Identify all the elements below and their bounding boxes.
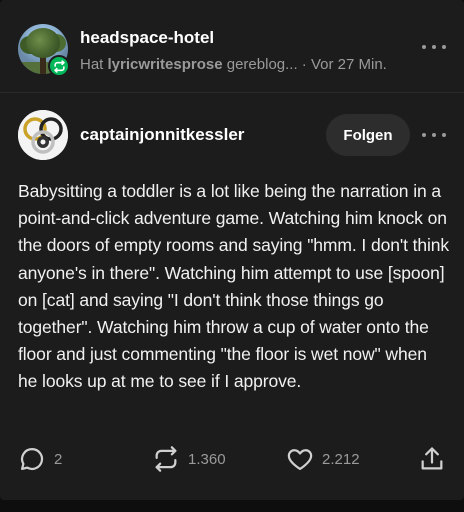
- divider: [0, 92, 464, 93]
- like-button[interactable]: 2.212: [286, 443, 360, 475]
- reblogger-avatar[interactable]: [18, 24, 70, 77]
- comment-count: 2: [54, 450, 63, 468]
- share-button[interactable]: [418, 443, 446, 475]
- heart-icon: [287, 449, 313, 471]
- comment-icon: [20, 447, 44, 471]
- reblog-meta-prefix: Hat: [80, 56, 104, 73]
- reblog-icon: [155, 446, 177, 472]
- more-dots-icon[interactable]: [422, 40, 446, 54]
- post-body-text: Babysitting a toddler is a lot like bein…: [18, 181, 450, 392]
- author-avatar[interactable]: [18, 110, 68, 160]
- reblogger-name[interactable]: headspace-hotel: [80, 28, 214, 48]
- rings-avatar-image: [18, 110, 68, 160]
- post-author-name[interactable]: captainjonnitkessler: [80, 125, 244, 145]
- reblog-header: headspace-hotel Hat lyricwritesprose ger…: [18, 24, 448, 77]
- reblog-badge-icon: [48, 55, 70, 77]
- reblog-meta-suffix: gereblog... · Vor 27 Min.: [226, 56, 387, 73]
- reblog-button[interactable]: 1.360: [152, 443, 226, 475]
- reblog-meta: Hat lyricwritesprose gereblog... · Vor 2…: [80, 56, 387, 73]
- follow-button[interactable]: Folgen: [326, 114, 410, 156]
- post-card: headspace-hotel Hat lyricwritesprose ger…: [0, 0, 464, 500]
- post-footer: 2 1.360 2.212: [18, 443, 446, 475]
- comment-button[interactable]: 2: [18, 443, 62, 475]
- more-dots-icon[interactable]: [422, 128, 446, 142]
- share-icon: [421, 447, 443, 470]
- like-count: 2.212: [322, 450, 360, 468]
- reblog-count: 1.360: [188, 450, 226, 468]
- source-user-link[interactable]: lyricwritesprose: [108, 56, 223, 73]
